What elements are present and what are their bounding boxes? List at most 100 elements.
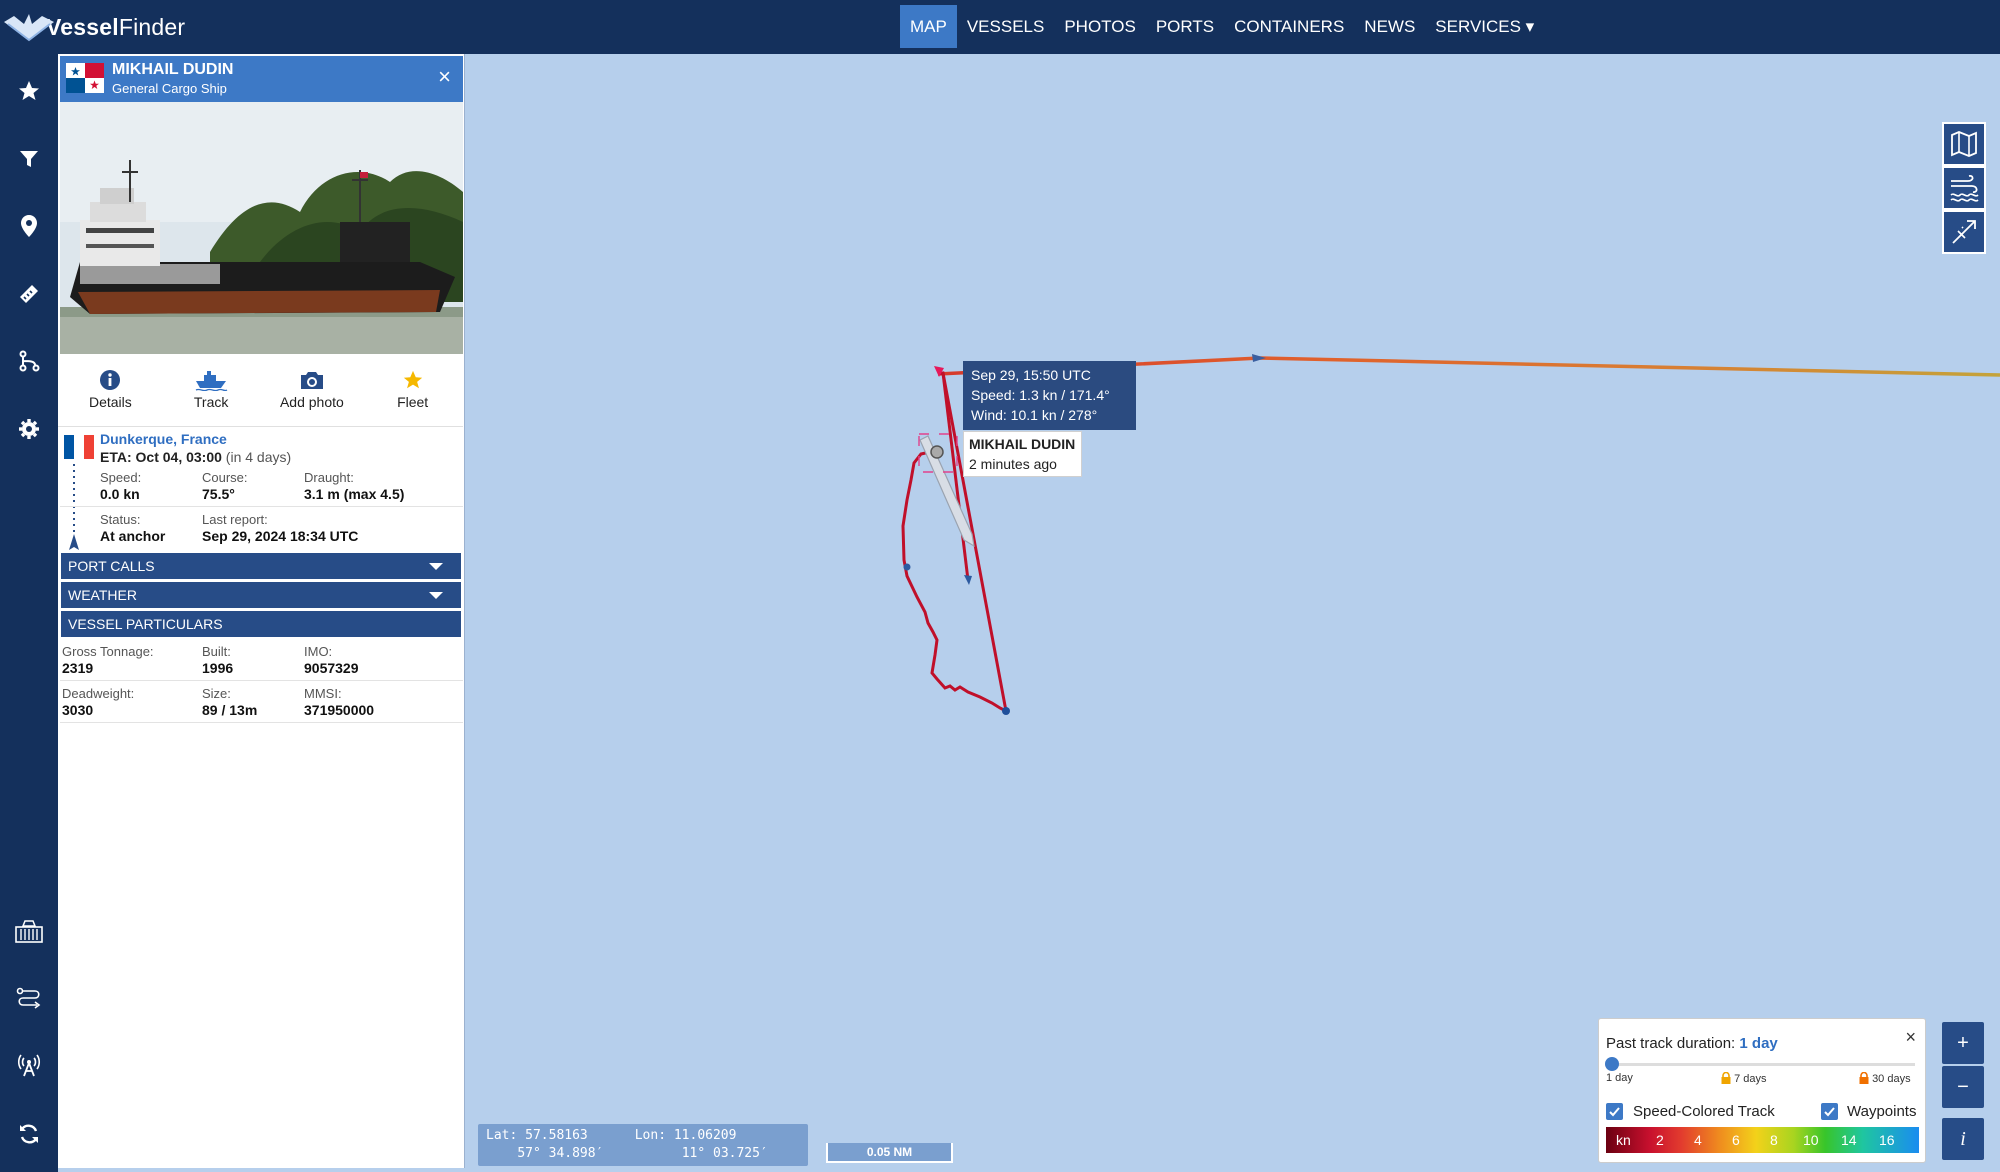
built-field: Built: 1996 <box>202 644 234 676</box>
top-bar: VesselFinder MAP VESSELS PHOTOS PORTS CO… <box>0 0 2000 54</box>
weather-waves-icon[interactable] <box>1942 166 1986 210</box>
divider <box>60 506 463 507</box>
divider <box>60 722 463 723</box>
eta: ETA: Oct 04, 03:00 (in 4 days) <box>100 449 292 465</box>
vessel-particulars-section[interactable]: VESSEL PARTICULARS <box>61 611 461 637</box>
map-layers-icon[interactable] <box>1942 122 1986 166</box>
nav-map[interactable]: MAP <box>900 5 957 48</box>
route-icon[interactable] <box>0 341 58 381</box>
voyage-progress-icon <box>69 464 79 550</box>
past-track-title: Past track duration: 1 day <box>1606 1035 1778 1052</box>
status-field: Status: At anchor <box>100 512 166 544</box>
vessel-label-tooltip[interactable]: MIKHAIL DUDIN 2 minutes ago <box>963 431 1082 477</box>
container-icon[interactable] <box>0 912 58 952</box>
france-flag-icon <box>64 435 94 459</box>
vessel-label-name: MIKHAIL DUDIN <box>969 436 1076 452</box>
vessel-info-panel: MIKHAIL DUDIN General Cargo Ship × Detai… <box>58 54 465 1168</box>
lock-icon <box>1859 1071 1869 1084</box>
ship-logo-icon <box>4 14 54 42</box>
course-field: Course: 75.5° <box>202 470 248 502</box>
vessel-photo[interactable] <box>60 102 463 354</box>
details-button[interactable]: Details <box>60 366 161 424</box>
legend-tick: 8 <box>1770 1132 1778 1148</box>
map-canvas[interactable] <box>465 54 2000 1172</box>
waypoint-dot <box>1002 707 1010 715</box>
waypoint-arrow <box>1252 354 1266 362</box>
vessel-type: General Cargo Ship <box>112 81 227 96</box>
brand-name: VesselFinder <box>46 13 186 40</box>
star-icon <box>403 370 422 389</box>
waypoints-checkbox[interactable] <box>1821 1103 1838 1120</box>
gross-tonnage-field: Gross Tonnage: 2319 <box>62 644 154 676</box>
legend-tick: 4 <box>1694 1132 1702 1148</box>
add-photo-label: Add photo <box>279 394 344 410</box>
nav-ports[interactable]: PORTS <box>1146 5 1224 48</box>
legend-tick: 2 <box>1656 1132 1664 1148</box>
panel-header: MIKHAIL DUDIN General Cargo Ship × <box>60 56 463 102</box>
weather-section[interactable]: WEATHER <box>61 582 461 608</box>
draught-field: Draught: 3.1 m (max 4.5) <box>304 470 405 502</box>
measure-tool-icon[interactable] <box>1942 210 1986 254</box>
logo[interactable]: VesselFinder <box>0 8 185 46</box>
vessel-position-icon <box>930 445 944 459</box>
past-track-panel: Past track duration: 1 day × 1 day 7 day… <box>1598 1018 1926 1163</box>
lock-icon <box>1721 1071 1731 1084</box>
destination[interactable]: Dunkerque, France <box>100 431 227 447</box>
speed-colored-checkbox[interactable] <box>1606 1103 1623 1120</box>
deadweight-field: Deadweight: 3030 <box>62 686 135 718</box>
destination-row: Dunkerque, France ETA: Oct 04, 03:00 (in… <box>58 426 463 465</box>
fleet-label: Fleet <box>397 394 429 410</box>
map-pin-icon[interactable] <box>0 206 58 246</box>
track-wind: Wind: 10.1 kn / 278° <box>971 407 1098 423</box>
size-field: Size: 89 / 13m <box>202 686 258 718</box>
ruler-icon[interactable] <box>0 274 58 314</box>
imo-field: IMO: 9057329 <box>304 644 359 676</box>
vessel-label-time: 2 minutes ago <box>969 456 1057 472</box>
fleet-button[interactable]: Fleet <box>362 366 463 424</box>
vessel-name: MIKHAIL DUDIN <box>112 61 234 78</box>
legend-gradient: kn 2 4 6 8 10 14 16 <box>1606 1127 1919 1153</box>
nav-vessels[interactable]: VESSELS <box>957 5 1055 48</box>
slider-handle[interactable] <box>1605 1057 1619 1071</box>
close-past-track-button[interactable]: × <box>1905 1027 1916 1048</box>
close-panel-button[interactable]: × <box>438 66 451 88</box>
voyage-route-icon[interactable] <box>0 978 58 1018</box>
speed-color-legend: kn 2 4 6 8 10 14 16 <box>1606 1127 1919 1153</box>
latitude: Lat: 57.58163 <box>486 1128 588 1143</box>
legend-tick: 16 <box>1879 1132 1895 1148</box>
duration-7-days[interactable]: 7 days <box>1721 1071 1766 1085</box>
main-nav: MAP VESSELS PHOTOS PORTS CONTAINERS NEWS… <box>900 5 1544 48</box>
duration-30-days[interactable]: 30 days <box>1859 1071 1911 1085</box>
gear-icon[interactable] <box>0 409 58 449</box>
track-time: Sep 29, 15:50 UTC <box>971 367 1091 383</box>
star-icon[interactable] <box>0 71 58 111</box>
track-duration-slider[interactable] <box>1612 1063 1915 1066</box>
mmsi-field: MMSI: 371950000 <box>304 686 375 718</box>
panama-flag-icon <box>66 63 104 93</box>
latitude-dms: 57° 34.898′ <box>517 1146 604 1161</box>
speed-colored-label: Speed-Colored Track <box>1633 1103 1775 1120</box>
filter-icon[interactable] <box>0 139 58 179</box>
ship-track-icon <box>195 371 228 391</box>
info-button[interactable]: i <box>1942 1118 1984 1160</box>
track-speed: Speed: 1.3 kn / 171.4° <box>971 387 1110 403</box>
longitude-dms: 11° 03.725′ <box>681 1146 768 1161</box>
duration-1-day[interactable]: 1 day <box>1606 1072 1633 1084</box>
nav-news[interactable]: NEWS <box>1354 5 1425 48</box>
nav-services[interactable]: SERVICES ▾ <box>1425 5 1544 48</box>
longitude: Lon: 11.06209 <box>634 1128 737 1143</box>
port-calls-section[interactable]: PORT CALLS <box>61 553 461 579</box>
add-photo-button[interactable]: Add photo <box>262 366 363 424</box>
track-button[interactable]: Track <box>161 366 262 424</box>
vessel-actions: Details Track Add photo Fleet <box>60 366 463 424</box>
nav-containers[interactable]: CONTAINERS <box>1224 5 1354 48</box>
zoom-out-button[interactable]: − <box>1942 1066 1984 1108</box>
zoom-in-button[interactable]: + <box>1942 1022 1984 1064</box>
refresh-icon[interactable] <box>0 1114 58 1154</box>
nav-photos[interactable]: PHOTOS <box>1054 5 1145 48</box>
checkmark-icon <box>1824 1107 1835 1117</box>
legend-unit: kn <box>1616 1132 1631 1148</box>
antenna-icon[interactable] <box>0 1045 58 1085</box>
track-label: Track <box>193 394 229 410</box>
details-label: Details <box>88 394 132 410</box>
